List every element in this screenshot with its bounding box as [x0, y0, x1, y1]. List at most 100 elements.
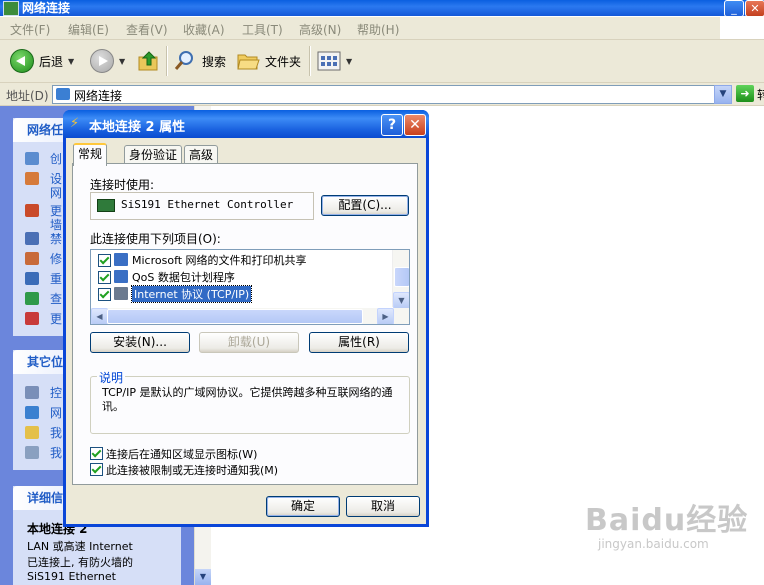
place-link[interactable]: 我	[50, 444, 62, 461]
scroll-down-icon[interactable]: ▼	[393, 292, 409, 309]
configure-button[interactable]: 配置(C)...	[321, 195, 409, 216]
search-button[interactable]: 搜索	[173, 49, 226, 73]
notify-label[interactable]: 此连接被限制或无连接时通知我(M)	[106, 462, 278, 478]
watermark-url: jingyan.baidu.com	[598, 537, 709, 551]
views-grid-icon	[317, 51, 341, 71]
list-item[interactable]: Microsoft 网络的文件和打印机共享	[91, 251, 393, 269]
uninstall-button[interactable]: 卸载(U)	[199, 332, 299, 353]
close-window-button[interactable]: ✕	[745, 0, 764, 17]
rename-icon	[25, 272, 39, 285]
checkbox-box[interactable]	[90, 447, 103, 460]
forward-button[interactable]: ▼	[90, 49, 125, 73]
task-link[interactable]: 网	[50, 184, 62, 201]
details-line: 已连接上, 有防火墙的	[27, 556, 133, 569]
forward-arrow-icon	[90, 49, 114, 73]
item-label: QoS 数据包计划程序	[132, 271, 235, 284]
item-label: Microsoft 网络的文件和打印机共享	[132, 254, 307, 267]
chevron-down-icon[interactable]: ▼	[68, 57, 74, 66]
up-button[interactable]	[137, 49, 161, 73]
item-checkbox[interactable]	[98, 271, 111, 284]
menu-favorites[interactable]: 收藏(A)	[183, 21, 225, 38]
list-item[interactable]: QoS 数据包计划程序	[91, 268, 393, 286]
scroll-left-icon[interactable]: ◀	[91, 308, 108, 324]
toolbar: 后退 ▼ ▼ 搜索 文件夹 ▼	[0, 40, 764, 83]
list-vertical-scrollbar[interactable]: ▼	[392, 250, 409, 309]
scroll-thumb[interactable]	[107, 309, 363, 324]
dialog-close-button[interactable]: ✕	[404, 114, 426, 136]
dialog-titlebar[interactable]: ⚡ 本地连接 2 属性 ? ✕	[63, 110, 429, 138]
menu-advanced[interactable]: 高级(N)	[299, 21, 341, 38]
general-tab-page: 连接时使用: SiS191 Ethernet Controller 配置(C).…	[72, 163, 418, 485]
address-label: 地址(D)	[6, 89, 49, 103]
properties-button[interactable]: 属性(R)	[309, 332, 409, 353]
items-label: 此连接使用下列项目(O):	[90, 232, 221, 246]
list-horizontal-scrollbar[interactable]: ◀ ▶	[91, 308, 409, 324]
chevron-down-icon[interactable]: ▼	[119, 57, 125, 66]
address-value: 网络连接	[74, 89, 123, 103]
install-button[interactable]: 安装(N)...	[90, 332, 190, 353]
folders-button[interactable]: 文件夹	[236, 49, 301, 73]
components-list[interactable]: Microsoft 网络的文件和打印机共享 QoS 数据包计划程序 Intern…	[90, 249, 410, 325]
firewall-icon	[25, 204, 39, 217]
views-button[interactable]: ▼	[317, 49, 352, 73]
details-line: LAN 或高速 Internet	[27, 540, 133, 553]
checkbox-box[interactable]	[90, 463, 103, 476]
address-input[interactable]: 网络连接	[52, 85, 732, 104]
network-folder-icon	[3, 1, 19, 16]
scroll-thumb[interactable]	[394, 267, 409, 287]
show-icon-label[interactable]: 连接后在通知区域显示图标(W)	[106, 446, 257, 462]
task-link[interactable]: 重	[50, 270, 62, 287]
control-panel-icon	[25, 386, 39, 399]
menu-bar: 文件(F) 编辑(E) 查看(V) 收藏(A) 工具(T) 高级(N) 帮助(H…	[0, 17, 764, 40]
menu-help[interactable]: 帮助(H)	[357, 21, 399, 38]
windows-logo	[720, 17, 764, 39]
menu-file[interactable]: 文件(F)	[10, 21, 50, 38]
back-arrow-icon	[10, 49, 34, 73]
connect-using-label: 连接时使用:	[90, 178, 155, 192]
menu-edit[interactable]: 编辑(E)	[68, 21, 109, 38]
go-label[interactable]: 转	[757, 86, 764, 103]
back-button[interactable]: 后退 ▼	[10, 49, 74, 73]
create-connection-icon	[25, 152, 39, 165]
toolbar-separator	[166, 46, 168, 76]
adapter-field: SiS191 Ethernet Controller	[90, 192, 314, 220]
scroll-right-icon[interactable]: ▶	[377, 308, 394, 324]
details-line: SiS191 Ethernet	[27, 570, 116, 583]
network-card-icon	[97, 199, 115, 212]
tab-authentication[interactable]: 身份验证	[124, 145, 183, 164]
task-link[interactable]: 修	[50, 250, 62, 267]
list-item[interactable]: Internet 协议 (TCP/IP)	[91, 285, 393, 303]
address-bar: 地址(D) 网络连接 ▼ ➜ 转	[0, 83, 764, 106]
item-checkbox[interactable]	[98, 254, 111, 267]
ok-button[interactable]: 确定	[266, 496, 340, 517]
place-link[interactable]: 控	[50, 384, 62, 401]
my-computer-icon	[25, 446, 39, 459]
window-titlebar[interactable]: 网络连接 _ ✕	[0, 0, 764, 17]
task-link[interactable]: 更	[50, 310, 62, 327]
place-link[interactable]: 我	[50, 424, 62, 441]
item-label: Internet 协议 (TCP/IP)	[130, 285, 253, 303]
disable-icon	[25, 232, 39, 245]
task-link[interactable]: 查	[50, 290, 62, 307]
minimize-button[interactable]: _	[724, 0, 744, 17]
search-icon	[174, 51, 193, 70]
qos-service-icon	[114, 270, 128, 283]
address-dropdown-button[interactable]: ▼	[714, 85, 732, 104]
chevron-down-icon[interactable]: ▼	[346, 57, 352, 66]
task-link[interactable]: 禁	[50, 230, 62, 247]
go-button[interactable]: ➜	[736, 85, 754, 102]
protocol-icon	[114, 287, 128, 300]
dialog-title: 本地连接 2 属性	[89, 120, 186, 135]
cancel-button[interactable]: 取消	[346, 496, 420, 517]
scroll-down-icon[interactable]: ▼	[195, 569, 211, 585]
task-link[interactable]: 创	[50, 150, 62, 167]
menu-tools[interactable]: 工具(T)	[242, 21, 283, 38]
tab-advanced[interactable]: 高级	[184, 145, 219, 164]
help-button[interactable]: ?	[381, 114, 403, 136]
description-group: 说明 TCP/IP 是默认的广域网协议。它提供跨越多种互联网络的通讯。	[90, 369, 410, 434]
place-link[interactable]: 网	[50, 404, 62, 421]
folder-icon	[237, 54, 260, 70]
menu-view[interactable]: 查看(V)	[126, 21, 168, 38]
tab-general[interactable]: 常规	[73, 143, 108, 166]
item-checkbox[interactable]	[98, 288, 111, 301]
